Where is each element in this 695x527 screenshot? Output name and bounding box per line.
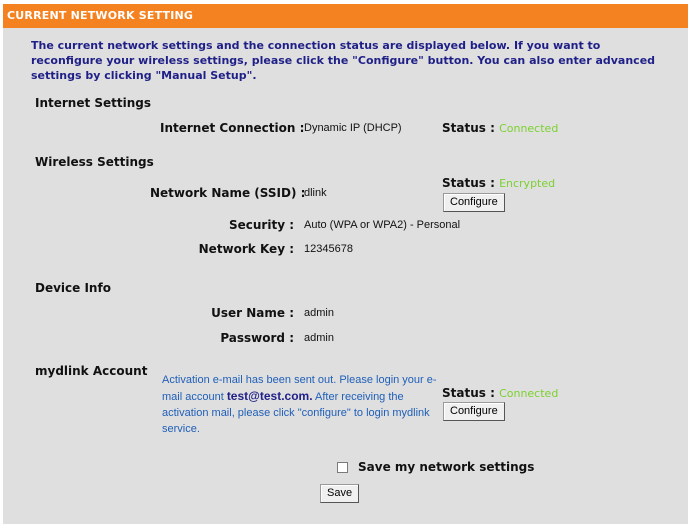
security-label: Security :: [228, 218, 294, 232]
password-label: Password :: [220, 331, 294, 345]
mydlink-email: test@test.com.: [226, 389, 313, 403]
mydlink-configure-button[interactable]: Configure: [443, 402, 505, 421]
save-settings-label: Save my network settings: [358, 460, 535, 474]
wireless-settings-heading: Wireless Settings: [35, 155, 154, 169]
security-value: Auto (WPA or WPA2) - Personal: [304, 219, 461, 231]
panel-title: CURRENT NETWORK SETTING: [3, 4, 688, 28]
mydlink-status: Status : Connected: [442, 386, 559, 400]
save-settings-checkbox[interactable]: [337, 462, 348, 473]
device-info-heading: Device Info: [35, 281, 111, 295]
network-key-label: Network Key :: [198, 242, 294, 256]
ssid-value: dlink: [304, 187, 327, 199]
internet-status: Status : Connected: [442, 121, 559, 135]
username-value: admin: [304, 307, 334, 319]
mydlink-activation-message: Activation e-mail has been sent out. Ple…: [162, 374, 437, 435]
internet-settings-heading: Internet Settings: [35, 96, 152, 110]
wireless-status-value: Encrypted: [499, 177, 556, 190]
internet-connection-label: Internet Connection :: [160, 121, 304, 135]
wireless-configure-button[interactable]: Configure: [443, 193, 505, 212]
wireless-status: Status : Encrypted: [442, 176, 556, 190]
internet-status-value: Connected: [499, 122, 559, 135]
ssid-label: Network Name (SSID) :: [150, 186, 305, 200]
password-value: admin: [304, 332, 334, 344]
username-label: User Name :: [211, 306, 294, 320]
internet-connection-value: Dynamic IP (DHCP): [304, 122, 402, 134]
mydlink-account-heading: mydlink Account: [35, 364, 148, 378]
save-button[interactable]: Save: [320, 484, 360, 503]
intro-text: The current network settings and the con…: [31, 39, 656, 82]
mydlink-status-value: Connected: [499, 387, 559, 400]
network-key-value: 12345678: [304, 243, 353, 255]
